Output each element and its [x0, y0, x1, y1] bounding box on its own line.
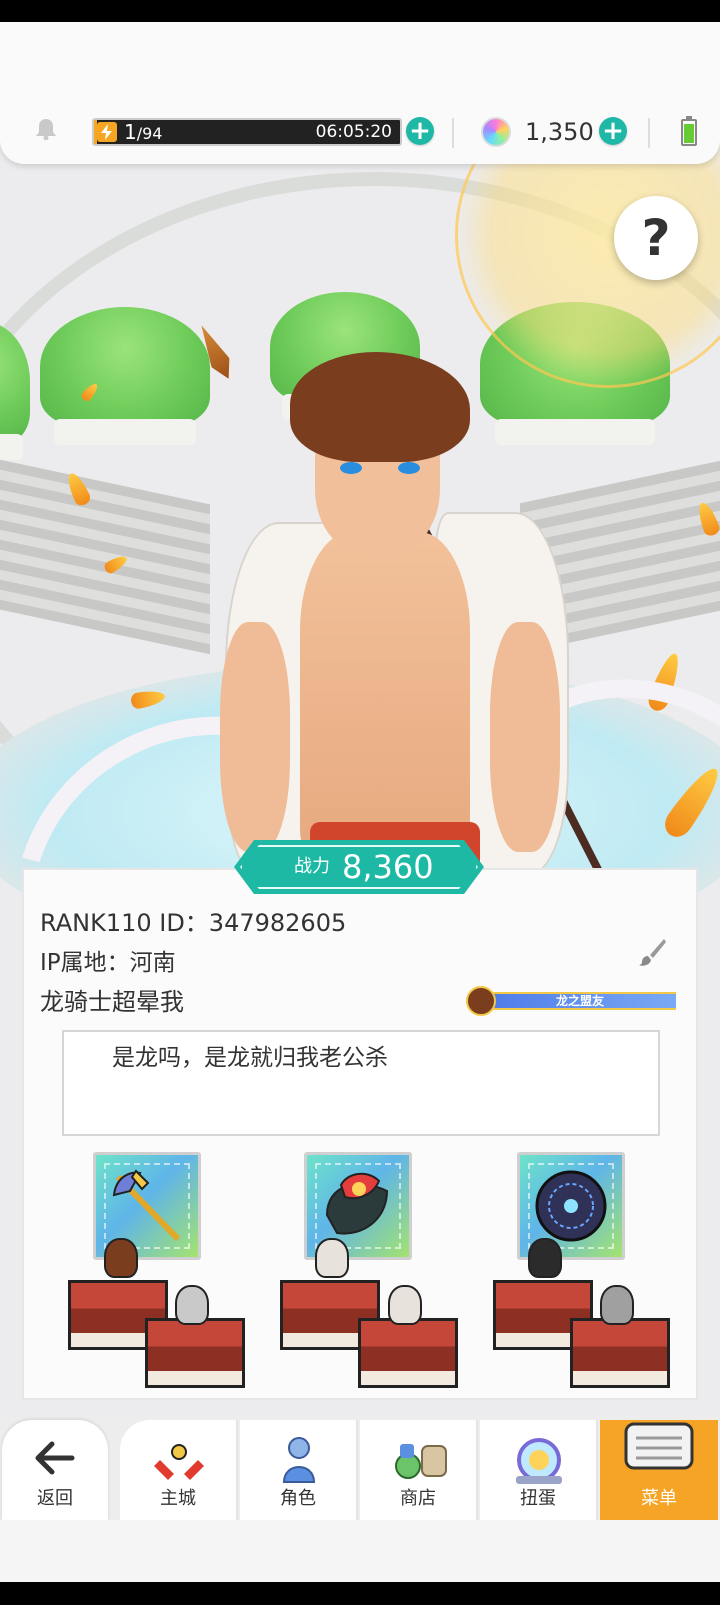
gem-count: 1,350: [525, 118, 594, 146]
bottom-strip: [0, 1520, 720, 1582]
chibi-avatar[interactable]: [315, 1238, 349, 1278]
status-bar: 1/94 06:05:20 + 1,350 +: [0, 22, 720, 164]
chibi-avatar[interactable]: [600, 1285, 634, 1325]
main-city-icon: [154, 1444, 204, 1480]
help-button[interactable]: ?: [614, 196, 698, 280]
battery-fill: [684, 124, 694, 143]
stamina-timer: 06:05:20: [315, 122, 392, 142]
pedestal: [570, 1318, 670, 1388]
hair: [290, 352, 470, 462]
add-stamina-button[interactable]: +: [406, 117, 434, 145]
hero-character: [190, 322, 611, 889]
pedestal: [358, 1318, 458, 1388]
torso: [300, 532, 470, 862]
nav-label: 角色: [280, 1488, 316, 1509]
add-gems-button[interactable]: +: [599, 117, 627, 145]
stamina-current: 1: [124, 120, 137, 144]
chibi-avatar[interactable]: [104, 1238, 138, 1278]
title-badge-band: 龙之盟友: [484, 992, 676, 1010]
arm-left: [220, 622, 290, 852]
stamina-count: 1/94: [124, 120, 162, 146]
player-name: 龙骑士超晕我: [40, 988, 184, 1016]
nav-gacha[interactable]: 扭蛋: [480, 1420, 598, 1520]
power-label: 战力: [294, 856, 330, 877]
power-value: 8,360: [342, 848, 434, 886]
eye-left: [340, 462, 362, 474]
nav-label: 商店: [400, 1488, 436, 1509]
back-button[interactable]: 返回: [2, 1420, 108, 1520]
battery-icon: [681, 116, 697, 146]
rank-id-text: RANK110 ID：347982605: [40, 909, 347, 937]
menu-icon: [624, 1422, 694, 1470]
game-screen: 1/94 06:05:20 + 1,350 + ? 战力 8,360 RANK1…: [0, 0, 720, 1605]
bio-text: 是龙吗，是龙就归我老公杀: [112, 1045, 388, 1071]
back-label: 返回: [37, 1488, 73, 1509]
nav-character[interactable]: 角色: [240, 1420, 358, 1520]
gem-icon: [481, 117, 511, 147]
chibi-avatar[interactable]: [175, 1285, 209, 1325]
title-badge-text: 龙之盟友: [555, 994, 604, 1008]
pedestal: [145, 1318, 245, 1388]
nav-main-city[interactable]: 主城: [120, 1420, 238, 1520]
nav-menu[interactable]: 菜单: [600, 1420, 718, 1520]
edit-brush-icon[interactable]: [636, 936, 668, 968]
top-black-bar: [0, 0, 720, 22]
stamina-max: /94: [136, 124, 163, 143]
stamina-bar: 1/94 06:05:20: [92, 118, 402, 146]
ip-location-text: IP属地：河南: [40, 950, 176, 976]
title-badge[interactable]: 龙之盟友: [466, 986, 678, 1016]
lightning-icon: [97, 122, 117, 142]
gacha-icon: [516, 1438, 562, 1484]
nav-label: 主城: [160, 1488, 196, 1509]
nav-label: 扭蛋: [520, 1488, 556, 1509]
divider: [648, 118, 650, 148]
nav-label: 菜单: [641, 1488, 677, 1509]
bottom-black-bar: [0, 1582, 720, 1605]
nav-shop[interactable]: 商店: [360, 1420, 478, 1520]
power-badge: 战力 8,360: [234, 840, 484, 894]
chibi-avatar[interactable]: [388, 1285, 422, 1325]
divider: [452, 118, 454, 148]
bio-box[interactable]: 是龙吗，是龙就归我老公杀: [62, 1030, 660, 1136]
character-icon: [282, 1437, 316, 1483]
chibi-avatar[interactable]: [528, 1238, 562, 1278]
arm-right: [490, 622, 560, 852]
bush: [40, 307, 210, 445]
shop-icon: [395, 1444, 447, 1479]
title-portrait-icon: [466, 986, 496, 1016]
bell-icon[interactable]: [34, 118, 58, 140]
eye-right: [398, 462, 420, 474]
back-arrow-icon: [35, 1441, 75, 1475]
